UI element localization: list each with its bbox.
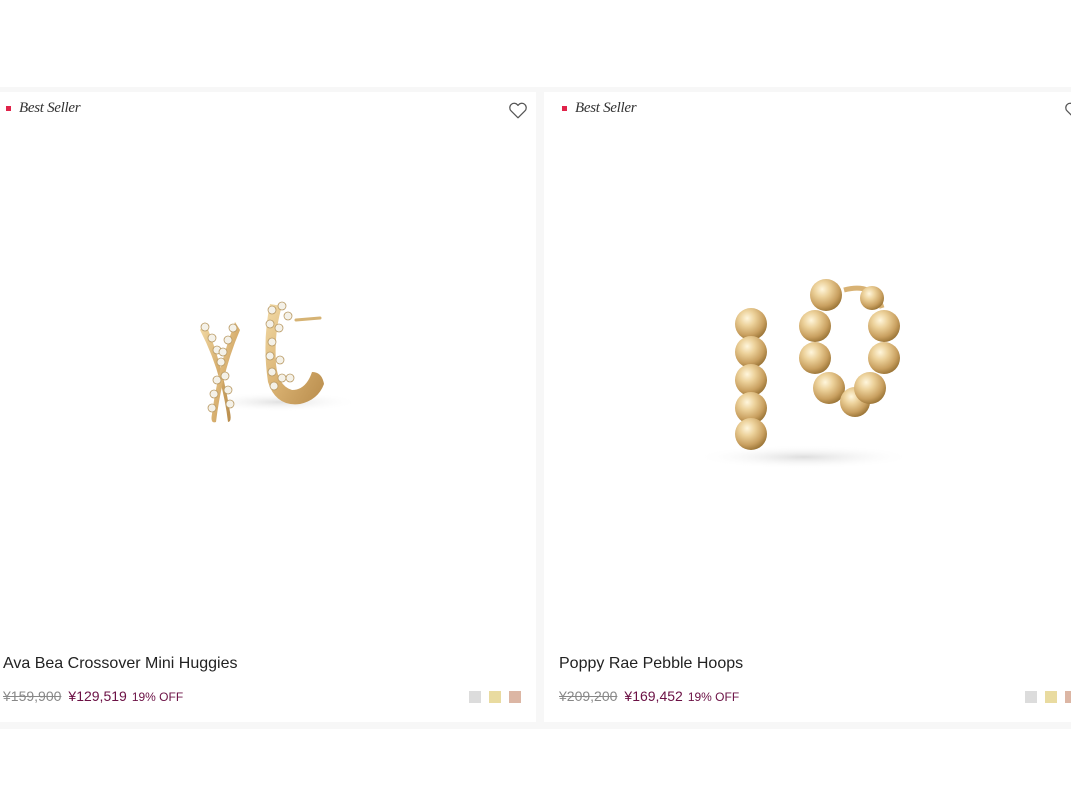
swatch-gold[interactable] (489, 691, 501, 703)
product-name[interactable]: Poppy Rae Pebble Hoops (559, 655, 743, 673)
original-price: ¥159,900 (3, 688, 62, 704)
badge-dot (562, 106, 567, 111)
price-row: ¥209,200 ¥169,452 19% OFF (559, 688, 739, 704)
badge-label: Best Seller (575, 100, 637, 116)
original-price: ¥209,200 (559, 688, 618, 704)
badge-dot (6, 106, 11, 111)
swatch-rose-gold[interactable] (1065, 691, 1071, 703)
swatch-gold[interactable] (1045, 691, 1057, 703)
color-swatches (469, 691, 529, 703)
price-row: ¥159,900 ¥129,519 19% OFF (3, 688, 183, 704)
page-header-space (0, 0, 1071, 87)
product-image[interactable] (0, 132, 536, 652)
product-card[interactable]: Best Seller (544, 92, 1071, 722)
swatch-silver[interactable] (1025, 691, 1037, 703)
page-footer-space (0, 729, 1071, 803)
heart-outline-icon[interactable] (1064, 101, 1071, 119)
best-seller-badge: Best Seller (562, 100, 637, 117)
product-name[interactable]: Ava Bea Crossover Mini Huggies (3, 655, 237, 673)
discount-label: 19% OFF (131, 690, 184, 704)
swatch-rose-gold[interactable] (509, 691, 521, 703)
swatch-silver[interactable] (469, 691, 481, 703)
color-swatches (1025, 691, 1071, 703)
product-card[interactable]: Best Seller (0, 92, 536, 722)
badge-label: Best Seller (19, 100, 81, 116)
sale-price: ¥129,519 (68, 688, 127, 704)
product-image[interactable] (544, 132, 1071, 652)
discount-label: 19% OFF (687, 690, 740, 704)
best-seller-badge: Best Seller (6, 100, 81, 117)
heart-outline-icon[interactable] (508, 101, 528, 119)
sale-price: ¥169,452 (624, 688, 683, 704)
